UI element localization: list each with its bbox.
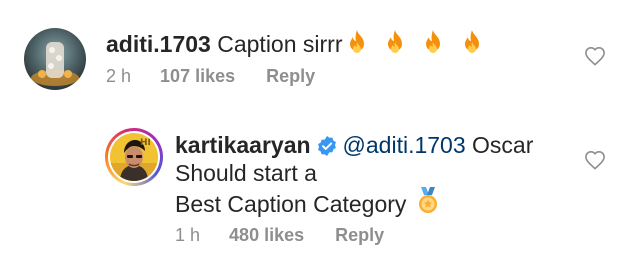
likes-count[interactable]: 480 likes [229,224,304,246]
comment-username[interactable]: kartikaaryan [175,132,311,158]
comment-username[interactable]: aditi.1703 [106,31,211,57]
comment-meta: 1 h 480 likes Reply [175,224,384,246]
svg-text:HI: HI [140,138,151,148]
comment-text-line-2: Should start a [175,159,317,187]
fire-emoji-icon [464,30,479,53]
avatar-story-ring[interactable]: HI [105,128,163,186]
comment-text-line: aditi.1703 Caption sirrr [106,29,484,58]
comment-text-line-3: Best Caption Category [175,187,439,218]
comment-text-line-1: kartikaaryan @aditi.1703 Oscar [175,131,533,159]
avatar[interactable] [24,28,86,90]
verified-badge-icon [317,136,336,156]
comment-time: 1 h [175,225,201,245]
fire-emoji-icon [349,30,364,53]
comment-text: Best Caption Category [175,191,407,217]
avatar: HI [110,133,158,181]
comment-aditi: aditi.1703 Caption sirrr 2 h 107 likes R… [0,0,640,110]
reply-button[interactable]: Reply [335,224,384,246]
heart-outline-icon[interactable] [584,150,606,170]
likes-count[interactable]: 107 likes [160,65,235,87]
comment-kartikaaryan: HI kartikaaryan @aditi.1703 Oscar Should … [0,110,640,268]
fire-emoji-icon [387,30,402,53]
comment-text: Caption sirrr [217,31,343,57]
comment-text: Oscar [472,132,534,158]
fire-emoji-group [345,29,484,58]
mention-link[interactable]: @aditi.1703 [343,132,466,158]
medal-emoji-icon [418,187,437,213]
comment-meta: 2 h 107 likes Reply [106,65,315,87]
heart-outline-icon[interactable] [584,46,606,66]
fire-emoji-icon [426,30,441,53]
reply-button[interactable]: Reply [266,65,315,87]
comment-time: 2 h [106,66,132,86]
comment-text: Should start a [175,160,317,186]
